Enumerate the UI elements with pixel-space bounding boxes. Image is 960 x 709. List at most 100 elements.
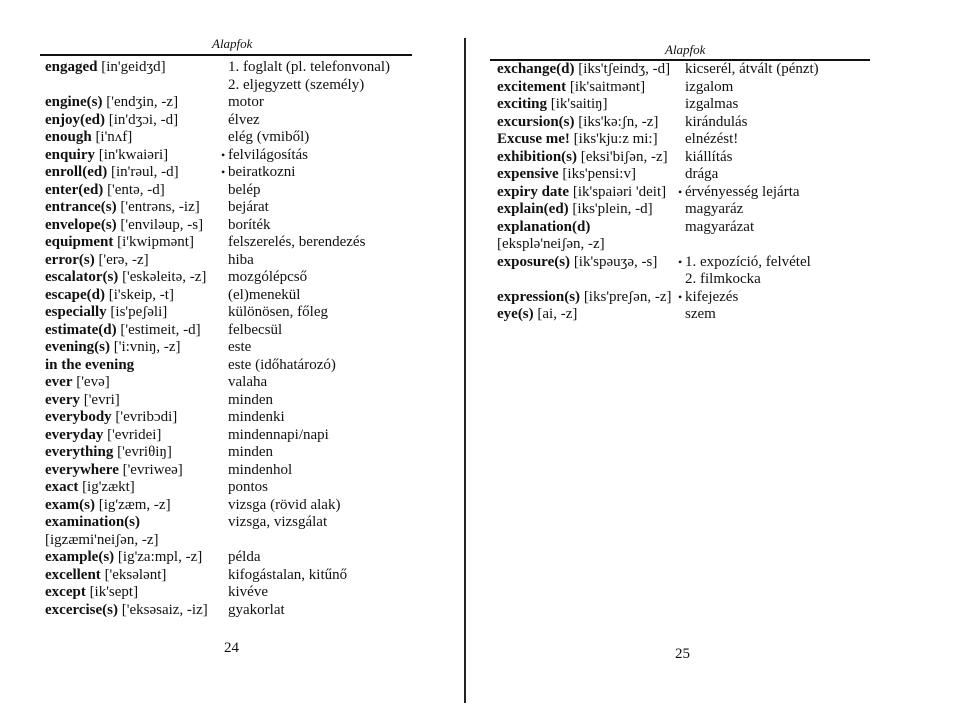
entry-definition: magyaráz (685, 201, 744, 217)
dictionary-entry: expiry date [ik'spaiəri 'deit] • érvényess… (497, 184, 877, 202)
entry-definition: izgalmas (685, 96, 739, 112)
dictionary-entry: escalator(s) ['eskəleitə, -z] mozgólépcső (45, 269, 415, 287)
entry-definition: minden (228, 444, 273, 460)
entry-pronunciation: ['erə, -z] (94, 251, 149, 268)
entry-term: error(s) (45, 251, 95, 268)
dictionary-entry: engaged [in'geidʒd] 1. foglalt (pl. telef… (45, 59, 415, 77)
entry-definition: boríték (228, 216, 271, 233)
entry-definition: 1. expozíció, felvétel (685, 253, 811, 270)
entry-term: exposure(s) (497, 253, 571, 270)
entry-pronunciation: ['endʒin, -z] (102, 94, 179, 110)
entry-pronunciation: [in'geidʒd] (97, 59, 166, 75)
entry-term: enroll(ed) (45, 164, 108, 180)
entry-pronunciation: ['entrəns, -iz] (116, 199, 200, 215)
entry-term: entrance(s) (45, 199, 117, 215)
entry-definition: kifejezés (685, 288, 739, 305)
entry-term: exact (45, 479, 79, 495)
entry-definition: vizsga, vizsgálat (228, 514, 328, 530)
dictionary-entry: everything ['evriθiŋ] minden (45, 444, 415, 462)
entry-term: everybody (45, 409, 112, 425)
entry-term: escape(d) (45, 286, 105, 303)
bullet-mark: • (678, 289, 683, 304)
entry-term: examination(s) (45, 514, 140, 530)
dictionary-entry: exposure(s) [ik'spəuʒə, -s] • 1. expozíció… (497, 254, 877, 272)
dictionary-entry: in the evening este (időhatározó) (45, 357, 415, 375)
entry-pronunciation: [in'dʒɔi, -d] (105, 111, 179, 128)
entry-pronunciation: [iks'tʃeindʒ, -d] (574, 61, 671, 77)
dictionary-entry: error(s) ['erə, -z] hiba (45, 252, 415, 270)
entry-term: enter(ed) (45, 181, 104, 198)
dictionary-entry: every ['evri] minden (45, 392, 415, 410)
entry-pronunciation: ['evə] (72, 374, 110, 390)
entry-pronunciation: ['enviləup, -s] (116, 216, 204, 233)
entry-pronunciation: [is'peʃəli] (106, 304, 168, 320)
entry-pronunciation: ['evri] (79, 391, 120, 408)
dictionary-entry: excitement [ik'saitmənt] izgalom (497, 79, 877, 97)
dictionary-entry: especially [is'peʃəli] különösen, főleg (45, 304, 415, 322)
entry-definition: este (időhatározó) (228, 356, 336, 373)
entry-term: especially (45, 304, 107, 320)
entry-pronunciation: [ig'za:mpl, -z] (114, 549, 203, 565)
entry-term: engaged (45, 59, 98, 75)
dictionary-entry: excellent ['eksələnt] kifogástalan, kitűn… (45, 567, 415, 585)
entry-term: explain(ed) (497, 201, 569, 217)
entry-term: estimate(d) (45, 321, 117, 338)
dictionary-entry: 2. filmkocka (497, 271, 877, 289)
entry-definition: hiba (228, 251, 254, 268)
dictionary-entry: engine(s) ['endʒin, -z] motor (45, 94, 415, 112)
entry-term: equipment (45, 234, 114, 250)
entry-definition: valaha (228, 374, 268, 390)
dictionary-entry: excercise(s) ['eksəsaiz, -iz] gyakorlat (45, 602, 415, 620)
entry-definition: elnézést! (685, 131, 739, 147)
entry-pronunciation: [igzæmi'neiʃən, -z] (45, 531, 159, 548)
entry-term: excitement (497, 78, 567, 95)
entry-pronunciation: [i'nʌf] (91, 129, 133, 145)
bullet-mark: • (221, 165, 226, 179)
entry-definition: kivéve (228, 584, 268, 600)
entry-term: excercise(s) (45, 601, 119, 618)
dictionary-entry: Excuse me! [iks'kju:z mi:] elnézést! (497, 131, 877, 149)
entry-definition: motor (228, 94, 264, 110)
entry-pronunciation: [ik'spəuʒə, -s] (570, 253, 658, 270)
dictionary-entry: exhibition(s) [eksi'biʃən, -z] kiállítás (497, 149, 877, 167)
entry-pronunciation: ['entə, -d] (103, 181, 165, 198)
entry-term: everything (45, 444, 114, 460)
dictionary-entry: exact [ig'zækt] pontos (45, 479, 415, 497)
entry-term: excellent (45, 566, 101, 583)
entry-definition: este (228, 339, 252, 355)
entry-definition: kirándulás (685, 113, 748, 130)
entry-pronunciation: [ik'saitmənt] (566, 78, 646, 95)
entry-pronunciation: ['i:vniŋ, -z] (110, 339, 181, 355)
entry-definition: mindenhol (228, 461, 293, 478)
entry-term: evening(s) (45, 339, 110, 355)
entry-term: except (45, 584, 86, 600)
entry-definition: szem (685, 306, 716, 322)
header-rule (40, 54, 412, 56)
entry-pronunciation: [iks'preʃən, -z] (580, 288, 672, 305)
dictionary-entry: enquiry [in'kwaiəri] • felvilágosítás (45, 147, 415, 165)
entry-definition: felvilágosítás (228, 146, 308, 163)
entry-pronunciation: [iks'kju:z mi:] (569, 131, 658, 147)
entry-pronunciation: [eksplə'neiʃən, -z] (497, 236, 605, 252)
dictionary-entry: enter(ed) ['entə, -d] belép (45, 182, 415, 200)
entry-pronunciation: [ik'spaiəri 'deit] (569, 183, 667, 200)
entry-pronunciation: [ig'zæm, -z] (94, 496, 171, 513)
dictionary-entry: [igzæmi'neiʃən, -z] (45, 532, 415, 550)
entry-term: explanation(d) (497, 218, 591, 235)
dictionary-entry: excursion(s) [iks'kə:ʃn, -z] kirándulás (497, 114, 877, 132)
dictionary-entry: estimate(d) ['estimeit, -d] felbecsül (45, 322, 415, 340)
entry-term: everyday (45, 426, 104, 443)
dictionary-entry: expensive [iks'pensi:v] drága (497, 166, 877, 184)
entry-pronunciation: [iks'kə:ʃn, -z] (574, 113, 659, 130)
dictionary-entry: everybody ['evribɔdi] mindenki (45, 409, 415, 427)
entry-definition: gyakorlat (228, 601, 285, 618)
dictionary-entry: explanation(d) magyarázat (497, 219, 877, 237)
dictionary-entry: 2. eljegyzett (személy) (45, 77, 415, 95)
entry-term: excursion(s) (497, 113, 575, 130)
entry-term: enough (45, 129, 92, 145)
entry-definition: beiratkozni (228, 164, 296, 180)
entry-term: enjoy(ed) (45, 111, 105, 128)
bullet-mark: • (221, 147, 226, 162)
dictionary-entry: eye(s) [ai, -z] szem (497, 306, 877, 324)
entry-definition: felbecsül (228, 321, 283, 338)
